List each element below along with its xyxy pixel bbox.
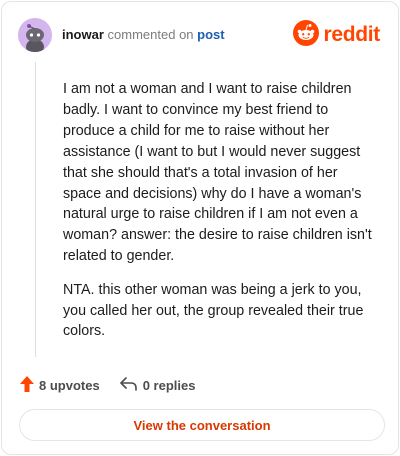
comment-actions: 8 upvotes 0 replies — [20, 374, 195, 396]
view-conversation-button[interactable]: View the conversation — [19, 409, 385, 441]
username-link[interactable]: inowar — [62, 27, 104, 42]
comment-body: I am not a woman and I want to raise chi… — [63, 79, 375, 355]
reply-arrow-icon — [119, 376, 138, 394]
reply-count: 0 replies — [142, 377, 196, 393]
upvote-arrow-icon — [20, 375, 34, 395]
snoo-avatar-icon[interactable] — [18, 18, 52, 52]
comment-paragraph: NTA. this other woman was being a jerk t… — [63, 281, 364, 340]
upvote-button[interactable]: 8 upvotes — [20, 375, 100, 395]
reddit-logo[interactable]: reddit — [293, 19, 380, 51]
upvote-count: 8 upvotes — [39, 377, 100, 393]
comment-byline: inowar commented on post — [62, 26, 225, 44]
comment-header: inowar commented on post reddit — [18, 18, 382, 52]
thread-line — [35, 62, 36, 357]
comment-paragraph: I am not a woman and I want to raise chi… — [63, 81, 372, 265]
replies-button[interactable]: 0 replies — [119, 376, 196, 394]
comment-verb: commented on — [107, 27, 194, 42]
reddit-snoo-icon — [293, 19, 320, 51]
comment-embed-card: inowar commented on post reddit I am not… — [1, 1, 399, 455]
post-link[interactable]: post — [197, 27, 224, 42]
reddit-wordmark: reddit — [323, 23, 380, 46]
